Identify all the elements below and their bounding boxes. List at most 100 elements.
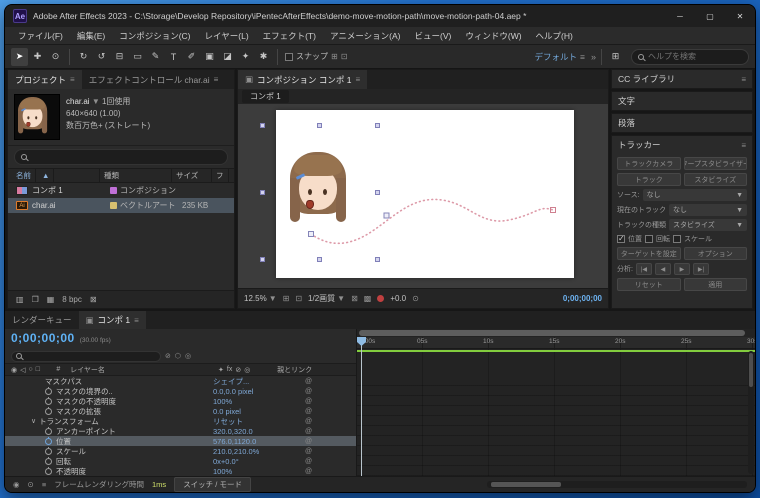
rotation-tool-icon[interactable]: ↺ bbox=[93, 48, 110, 66]
stabilize-motion-button[interactable]: スタビライズ bbox=[683, 173, 747, 186]
stopwatch-icon[interactable] bbox=[45, 466, 52, 475]
selection-handle[interactable] bbox=[317, 257, 322, 262]
panel-menu-icon[interactable]: ≡ bbox=[70, 75, 75, 84]
composition-viewer[interactable] bbox=[238, 104, 608, 288]
panel-menu-icon[interactable]: ≡ bbox=[134, 316, 139, 325]
expand-layer-switches-icon[interactable]: ◉ bbox=[13, 480, 20, 489]
composition-mini-flowchart-icon[interactable]: ⊘ bbox=[165, 352, 171, 360]
column-size[interactable]: サイズ bbox=[172, 169, 212, 182]
panel-menu-icon[interactable]: ≡ bbox=[214, 75, 219, 84]
warp-stabilizer-button[interactable]: ワープスタビライザー bbox=[683, 157, 747, 170]
delete-icon[interactable]: ⊠ bbox=[90, 295, 97, 304]
column-type[interactable]: 種類 bbox=[100, 169, 172, 182]
fx-icon[interactable]: fx bbox=[227, 366, 232, 374]
track-camera-button[interactable]: トラックカメラ bbox=[617, 157, 681, 170]
viewer-timecode[interactable]: 0;00;00;00 bbox=[563, 294, 602, 303]
workspace-menu-icon[interactable]: ≡ bbox=[580, 52, 585, 62]
work-area-bar[interactable] bbox=[359, 330, 745, 336]
pickwhip-icon[interactable]: @ bbox=[305, 398, 312, 405]
property-row-mask-opacity[interactable]: マスクの不透明度 100% @ bbox=[5, 396, 356, 406]
minimize-button[interactable]: ─ bbox=[665, 5, 695, 27]
pickwhip-icon[interactable]: @ bbox=[305, 418, 312, 425]
expand-in-out-icon[interactable]: ≡ bbox=[42, 480, 46, 489]
footage-caret-icon[interactable]: ▼ bbox=[92, 97, 100, 106]
stopwatch-icon[interactable] bbox=[45, 396, 52, 405]
time-ruler[interactable]: :00s 05s 10s 15s 20s 25s 30s bbox=[357, 337, 755, 349]
grid-guides-icon[interactable]: ⊞ bbox=[283, 294, 290, 303]
zoom-tool-icon[interactable]: ⊙ bbox=[47, 48, 64, 66]
track-type-dropdown[interactable]: スタビライズ ▼ bbox=[669, 219, 747, 231]
track-motion-button[interactable]: トラック bbox=[617, 173, 681, 186]
solo-icon[interactable]: ○ bbox=[29, 366, 33, 374]
stopwatch-icon[interactable] bbox=[45, 406, 52, 415]
timeline-vertical-scrollbar[interactable] bbox=[748, 351, 754, 474]
workspace-selector[interactable]: デフォルト ≡ bbox=[535, 51, 585, 63]
stopwatch-icon[interactable] bbox=[45, 386, 52, 395]
snap-option-a-icon[interactable]: ⊞ bbox=[331, 52, 338, 61]
menu-animation[interactable]: アニメーション(A) bbox=[323, 27, 408, 45]
stopwatch-icon[interactable] bbox=[45, 446, 52, 455]
safe-margins-icon[interactable]: ⊡ bbox=[295, 294, 302, 303]
footage-name[interactable]: char.ai bbox=[66, 97, 90, 106]
tab-project[interactable]: プロジェクト ≡ bbox=[8, 70, 82, 89]
column-name[interactable]: 名前 ▲ bbox=[8, 169, 100, 182]
set-target-button[interactable]: ターゲットを設定 bbox=[617, 247, 681, 260]
expand-caret-icon[interactable]: ∨ bbox=[31, 417, 36, 425]
panel-menu-icon[interactable]: ≡ bbox=[741, 75, 746, 84]
tab-effect-controls[interactable]: エフェクトコントロール char.ai ≡ bbox=[82, 70, 226, 89]
menu-edit[interactable]: 編集(E) bbox=[70, 27, 112, 45]
selection-handle[interactable] bbox=[375, 257, 380, 262]
project-bpc-button[interactable]: 8 bpc bbox=[62, 295, 82, 304]
draft-3d-icon[interactable]: ⬡ bbox=[175, 352, 181, 360]
tab-timeline-comp1[interactable]: ▣ コンポ 1 ≡ bbox=[78, 311, 146, 329]
lock-icon[interactable]: □ bbox=[36, 366, 40, 374]
new-folder-icon[interactable]: ❐ bbox=[32, 295, 39, 304]
analyze-forward-icon[interactable]: ▶ bbox=[673, 263, 690, 275]
snap-checkbox[interactable] bbox=[285, 52, 293, 61]
label-chip[interactable] bbox=[110, 202, 117, 209]
expand-transfer-controls-icon[interactable]: ⊙ bbox=[28, 480, 34, 489]
property-row-mask-expansion[interactable]: マスクの拡張 0.0 pixel @ bbox=[5, 406, 356, 416]
timeline-horizontal-scrollbar[interactable] bbox=[487, 481, 747, 488]
property-row-anchor-point[interactable]: アンカーポイント 320.0,320.0 @ bbox=[5, 426, 356, 436]
type-tool-icon[interactable]: T bbox=[165, 48, 182, 66]
eraser-tool-icon[interactable]: ◪ bbox=[219, 48, 236, 66]
options-button[interactable]: オプション bbox=[683, 247, 747, 260]
current-track-dropdown[interactable]: なし ▼ bbox=[669, 204, 747, 216]
exposure-value[interactable]: +0.0 bbox=[390, 294, 406, 303]
label-chip[interactable] bbox=[110, 187, 117, 194]
pickwhip-icon[interactable]: @ bbox=[305, 448, 312, 455]
roto-brush-tool-icon[interactable]: ✦ bbox=[237, 48, 254, 66]
switches-modes-button[interactable]: スイッチ / モード bbox=[174, 477, 251, 492]
column-extra[interactable]: フ bbox=[212, 169, 229, 182]
panel-paragraph[interactable]: 段落 bbox=[612, 114, 752, 132]
property-row-mask-path[interactable]: マスクパス シェイプ... @ bbox=[5, 376, 356, 386]
menu-layer[interactable]: レイヤー(L) bbox=[198, 27, 256, 45]
hand-tool-icon[interactable]: ✚ bbox=[29, 48, 46, 66]
help-search[interactable] bbox=[631, 48, 749, 65]
pickwhip-icon[interactable]: @ bbox=[305, 468, 312, 475]
zoom-control[interactable]: 12.5% ▼ bbox=[244, 294, 277, 303]
pickwhip-icon[interactable]: @ bbox=[305, 428, 312, 435]
project-search-input[interactable] bbox=[31, 152, 201, 162]
selection-handle[interactable] bbox=[260, 257, 265, 262]
selection-tool-icon[interactable]: ➤ bbox=[11, 47, 28, 66]
graph-editor-icon[interactable]: ◎ bbox=[185, 352, 191, 360]
current-time-indicator-line[interactable] bbox=[361, 337, 362, 476]
current-timecode[interactable]: 0;00;00;00 bbox=[11, 331, 75, 345]
composition-canvas[interactable] bbox=[276, 110, 574, 278]
panel-menu-icon[interactable]: ≡ bbox=[741, 141, 746, 150]
timeline-track-area[interactable]: :00s 05s 10s 15s 20s 25s 30s bbox=[357, 329, 755, 476]
audio-icon[interactable]: ◁ bbox=[20, 366, 25, 374]
stopwatch-icon[interactable] bbox=[45, 456, 52, 465]
stopwatch-icon[interactable] bbox=[45, 426, 52, 435]
video-eye-icon[interactable]: ◉ bbox=[11, 366, 17, 374]
property-group-transform[interactable]: ∨ トランスフォーム リセット @ bbox=[5, 416, 356, 426]
selection-handle[interactable] bbox=[260, 190, 265, 195]
timeline-search[interactable] bbox=[11, 350, 161, 362]
help-search-input[interactable] bbox=[648, 52, 738, 61]
clone-stamp-tool-icon[interactable]: ▣ bbox=[201, 48, 218, 66]
layer-name-column[interactable]: レイヤー名 bbox=[70, 365, 218, 375]
position-checkbox[interactable] bbox=[617, 234, 625, 243]
orbit-camera-tool-icon[interactable]: ↻ bbox=[75, 48, 92, 66]
